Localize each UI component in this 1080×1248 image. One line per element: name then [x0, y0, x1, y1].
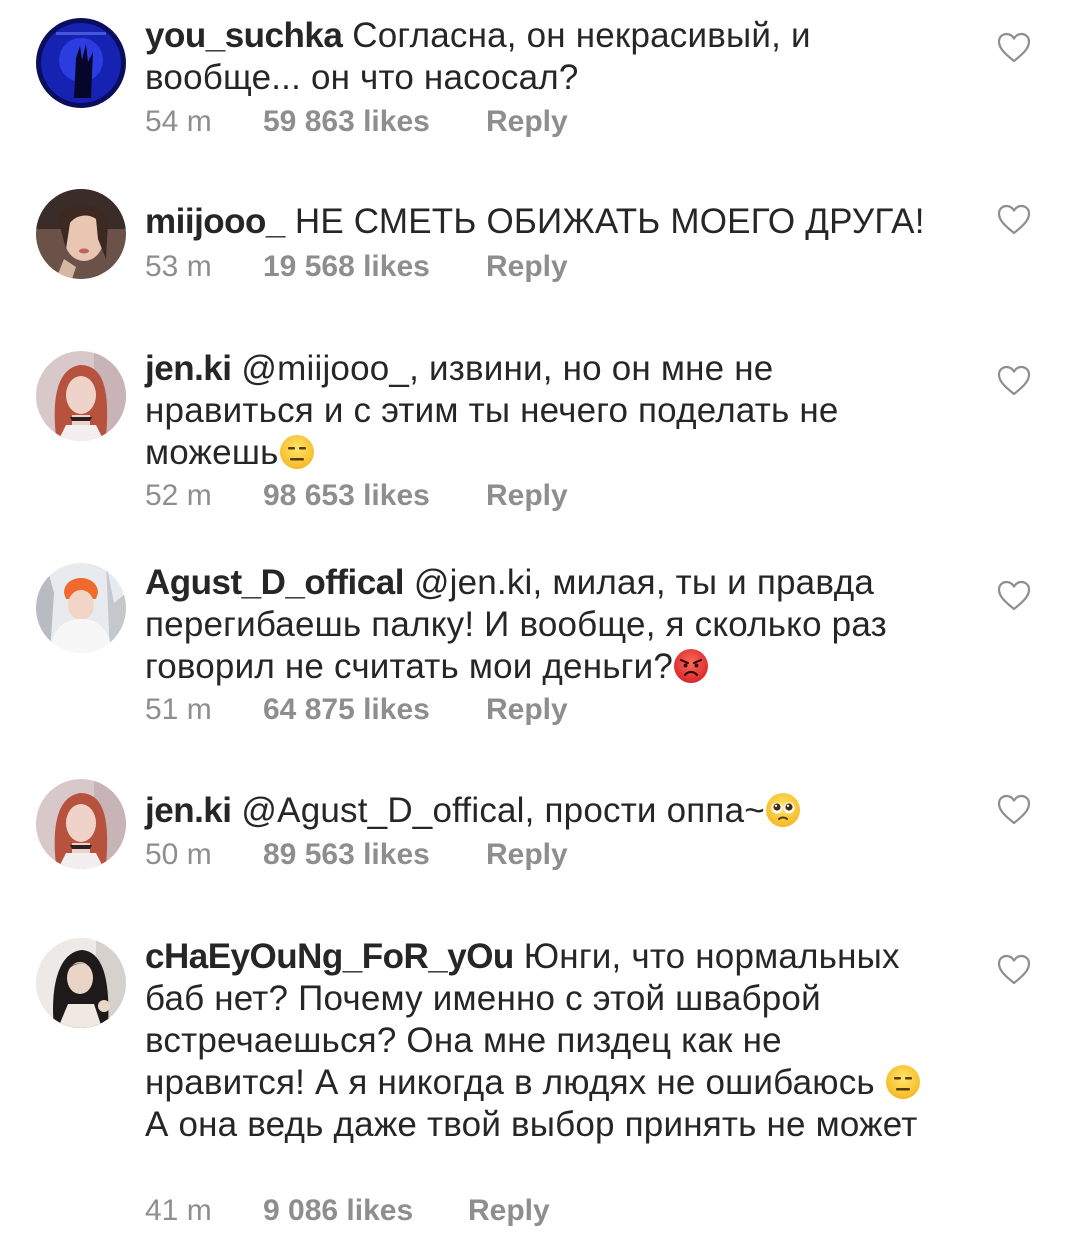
avatar[interactable]	[36, 18, 126, 108]
avatar[interactable]	[36, 351, 126, 441]
reply-button[interactable]: Reply	[486, 247, 568, 287]
expressionless-face-icon	[279, 434, 315, 470]
comment-likes[interactable]: 19 568 likes	[263, 247, 430, 287]
comment-username[interactable]: cHaEyOuNg_FoR_yOu	[145, 937, 514, 976]
heart-outline-icon[interactable]	[997, 204, 1031, 236]
reply-button[interactable]: Reply	[468, 1191, 550, 1231]
comment-username[interactable]: jen.ki	[145, 349, 232, 388]
comment-text: @miijooo_, извини, но он мне не нравитьс…	[145, 349, 839, 472]
comment-time: 53 m	[145, 250, 212, 283]
avatar[interactable]	[36, 189, 126, 279]
comment-likes[interactable]: 64 875 likes	[263, 690, 430, 730]
angry-face-icon	[673, 648, 709, 684]
comment-username[interactable]: Agust_D_offical	[145, 563, 404, 602]
comment-body: jen.ki @miijooo_, извини, но он мне не н…	[145, 348, 945, 474]
avatar[interactable]	[36, 779, 126, 869]
reply-button[interactable]: Reply	[486, 690, 568, 730]
heart-outline-icon[interactable]	[997, 580, 1031, 612]
comment-time: 51 m	[145, 693, 212, 726]
heart-outline-icon[interactable]	[997, 794, 1031, 826]
comment-time: 54 m	[145, 105, 212, 138]
comment-body: you_suchka Согласна, он некрасивый, и во…	[145, 15, 945, 99]
comment-time: 50 m	[145, 838, 212, 871]
comment-text-continued: А она ведь даже твой выбор принять не мо…	[145, 1105, 918, 1144]
comment-likes[interactable]: 98 653 likes	[263, 476, 430, 516]
expressionless-face-icon	[885, 1064, 921, 1100]
reply-button[interactable]: Reply	[486, 835, 568, 875]
reply-button[interactable]: Reply	[486, 476, 568, 516]
comment-body: Agust_D_offical @jen.ki, милая, ты и пра…	[145, 562, 945, 688]
comment-username[interactable]: miijooo_	[145, 202, 285, 241]
avatar[interactable]	[36, 563, 126, 653]
heart-outline-icon[interactable]	[997, 365, 1031, 397]
heart-outline-icon[interactable]	[997, 32, 1031, 64]
comment-username[interactable]: jen.ki	[145, 791, 232, 830]
reply-button[interactable]: Reply	[486, 102, 568, 142]
avatar[interactable]	[36, 938, 126, 1028]
comment-body: jen.ki @Agust_D_offical, прости оппа~	[145, 790, 945, 832]
comment-body: miijooo_ НЕ СМЕТЬ ОБИЖАТЬ МОЕГО ДРУГА!	[145, 201, 945, 243]
comment-likes[interactable]: 89 563 likes	[263, 835, 430, 875]
comment-likes[interactable]: 9 086 likes	[263, 1191, 413, 1231]
heart-outline-icon[interactable]	[997, 954, 1031, 986]
pleading-face-icon	[765, 792, 801, 828]
comment-time: 41 m	[145, 1194, 212, 1227]
comment-time: 52 m	[145, 479, 212, 512]
comment-text: НЕ СМЕТЬ ОБИЖАТЬ МОЕГО ДРУГА!	[294, 202, 925, 241]
comment-username[interactable]: you_suchka	[145, 16, 343, 55]
comment-text: @Agust_D_offical, прости оппа~	[241, 791, 765, 830]
comment-likes[interactable]: 59 863 likes	[263, 102, 430, 142]
comment-body: cHaEyOuNg_FoR_yOu Юнги, что нормальных б…	[145, 936, 945, 1146]
